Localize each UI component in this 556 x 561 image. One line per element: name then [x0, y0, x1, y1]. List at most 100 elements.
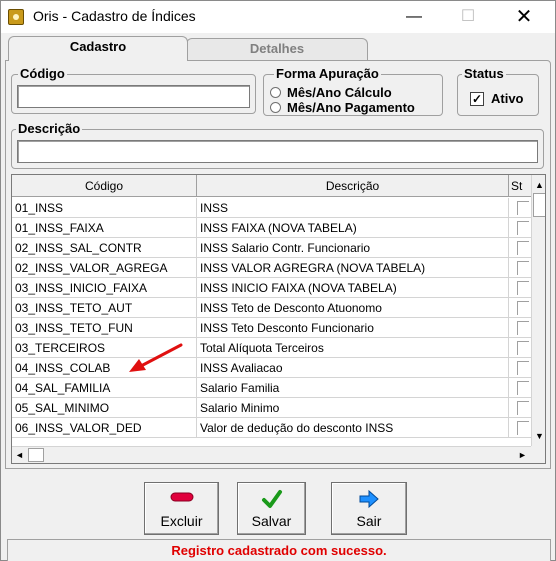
cell-status-checkbox[interactable] [509, 378, 532, 398]
cell-descricao: Salario Minimo [197, 398, 509, 418]
status-check-icon [517, 261, 529, 275]
table-row[interactable]: 06_INSS_VALOR_DED Valor de dedução do des… [12, 418, 532, 438]
ativo-label: Ativo [491, 91, 524, 106]
descricao-group: Descrição [11, 121, 544, 169]
checkmark-icon [238, 489, 305, 511]
scroll-up-arrow-icon[interactable]: ▲ [532, 177, 545, 193]
cell-descricao: INSS INICIO FAIXA (NOVA TABELA) [197, 278, 509, 298]
excluir-label: Excluir [160, 513, 203, 529]
cell-descricao: INSS FAIXA (NOVA TABELA) [197, 218, 509, 238]
status-label: Status [462, 66, 506, 81]
scroll-right-arrow-icon[interactable]: ► [515, 447, 530, 463]
status-check-icon [517, 281, 529, 295]
cell-codigo: 01_INSS_FAIXA [12, 218, 197, 238]
excluir-button[interactable]: Excluir [144, 482, 219, 535]
radio-mes-ano-calculo[interactable]: Mês/Ano Cálculo [270, 85, 392, 100]
cell-status-checkbox[interactable] [509, 338, 532, 358]
codigo-label: Código [18, 66, 67, 81]
horizontal-scrollbar[interactable]: ◄ ► [12, 446, 531, 463]
codigo-group: Código [11, 66, 256, 114]
cell-codigo: 04_INSS_COLAB [12, 358, 197, 378]
cell-descricao: Total Alíquota Terceiros [197, 338, 509, 358]
status-check-icon [517, 381, 529, 395]
salvar-label: Salvar [251, 513, 292, 529]
horizontal-scroll-thumb[interactable] [28, 448, 44, 462]
cell-descricao: INSS Salario Contr. Funcionario [197, 238, 509, 258]
cell-descricao: INSS Avaliacao [197, 358, 509, 378]
table-row[interactable]: 05_SAL_MINIMO Salario Minimo [12, 398, 532, 418]
scroll-left-arrow-icon[interactable]: ◄ [12, 447, 27, 463]
status-group: Status ✓ Ativo [457, 66, 539, 116]
table-row[interactable]: 01_INSS_FAIXA INSS FAIXA (NOVA TABELA) [12, 218, 532, 238]
status-check-icon [517, 361, 529, 375]
arrow-right-icon [332, 489, 406, 511]
cell-status-checkbox[interactable] [509, 198, 532, 218]
grid-header: Código Descrição St [12, 175, 532, 197]
cell-codigo: 02_INSS_SAL_CONTR [12, 238, 197, 258]
status-check-icon [517, 321, 529, 335]
cell-descricao: INSS Teto Desconto Funcionario [197, 318, 509, 338]
cell-status-checkbox[interactable] [509, 278, 532, 298]
radio-label-calculo: Mês/Ano Cálculo [287, 85, 392, 100]
vertical-scroll-thumb[interactable] [533, 193, 545, 217]
cell-descricao: Valor de dedução do desconto INSS [197, 418, 509, 438]
cell-status-checkbox[interactable] [509, 398, 532, 418]
close-button[interactable]: ✕ [501, 1, 547, 33]
sair-label: Sair [356, 513, 382, 529]
ativo-checkbox[interactable]: ✓ [470, 92, 484, 106]
table-row[interactable]: 03_INSS_INICIO_FAIXA INSS INICIO FAIXA (N… [12, 278, 532, 298]
vertical-scrollbar[interactable]: ▲ ▼ [531, 175, 545, 446]
table-row[interactable]: 04_INSS_COLAB INSS Avaliacao [12, 358, 532, 378]
tab-detalhes[interactable]: Detalhes [186, 38, 368, 60]
cell-codigo: 01_INSS [12, 198, 197, 218]
cell-codigo: 02_INSS_VALOR_AGREGA [12, 258, 197, 278]
cell-status-checkbox[interactable] [509, 238, 532, 258]
table-row[interactable]: 03_TERCEIROS Total Alíquota Terceiros [12, 338, 532, 358]
cell-status-checkbox[interactable] [509, 418, 532, 438]
app-icon [8, 9, 24, 25]
table-row[interactable]: 03_INSS_TETO_AUT INSS Teto de Desconto At… [12, 298, 532, 318]
forma-apuracao-label: Forma Apuração [274, 66, 381, 81]
forma-apuracao-group: Forma Apuração Mês/Ano Cálculo Mês/Ano P… [263, 66, 443, 116]
descricao-label: Descrição [16, 121, 83, 136]
cell-status-checkbox[interactable] [509, 258, 532, 278]
title-bar: Oris - Cadastro de Índices — ☐ ✕ [1, 1, 555, 33]
radio-circle-icon [270, 102, 281, 114]
minimize-button[interactable]: — [391, 1, 437, 33]
table-row[interactable]: 02_INSS_SAL_CONTR INSS Salario Contr. Fun… [12, 238, 532, 258]
cell-descricao: INSS VALOR AGREGRA (NOVA TABELA) [197, 258, 509, 278]
tab-cadastro[interactable]: Cadastro [8, 36, 188, 61]
column-header-descricao[interactable]: Descrição [197, 175, 509, 197]
indices-grid[interactable]: Código Descrição St 01_INSS INSS 01_INSS_F… [11, 174, 546, 464]
table-row[interactable]: 02_INSS_VALOR_AGREGA INSS VALOR AGREGRA (… [12, 258, 532, 278]
radio-mes-ano-pagamento[interactable]: Mês/Ano Pagamento [270, 100, 415, 115]
table-row[interactable]: 04_SAL_FAMILIA Salario Familia [12, 378, 532, 398]
maximize-button[interactable]: ☐ [445, 1, 491, 33]
table-row[interactable]: 03_INSS_TETO_FUN INSS Teto Desconto Funci… [12, 318, 532, 338]
cell-status-checkbox[interactable] [509, 358, 532, 378]
table-row[interactable]: 01_INSS INSS [12, 198, 532, 218]
column-header-codigo[interactable]: Código [12, 175, 197, 197]
radio-circle-icon [270, 87, 281, 99]
cell-codigo: 03_INSS_INICIO_FAIXA [12, 278, 197, 298]
cell-descricao: INSS [197, 198, 509, 218]
descricao-input[interactable] [17, 140, 538, 163]
scroll-down-arrow-icon[interactable]: ▼ [532, 428, 545, 444]
cell-codigo: 03_INSS_TETO_FUN [12, 318, 197, 338]
cell-codigo: 06_INSS_VALOR_DED [12, 418, 197, 438]
radio-label-pagamento: Mês/Ano Pagamento [287, 100, 415, 115]
codigo-input[interactable] [17, 85, 250, 108]
cell-status-checkbox[interactable] [509, 318, 532, 338]
salvar-button[interactable]: Salvar [237, 482, 306, 535]
status-check-icon [517, 301, 529, 315]
window-title: Oris - Cadastro de Índices [33, 8, 196, 24]
cell-descricao: INSS Teto de Desconto Atuonomo [197, 298, 509, 318]
main-window: Oris - Cadastro de Índices — ☐ ✕ Cadastr… [0, 0, 556, 561]
status-message: Registro cadastrado com sucesso. [171, 543, 387, 558]
sair-button[interactable]: Sair [331, 482, 407, 535]
cell-status-checkbox[interactable] [509, 218, 532, 238]
column-header-st[interactable]: St [509, 175, 532, 197]
cell-status-checkbox[interactable] [509, 298, 532, 318]
delete-icon [145, 489, 218, 511]
cell-codigo: 03_INSS_TETO_AUT [12, 298, 197, 318]
